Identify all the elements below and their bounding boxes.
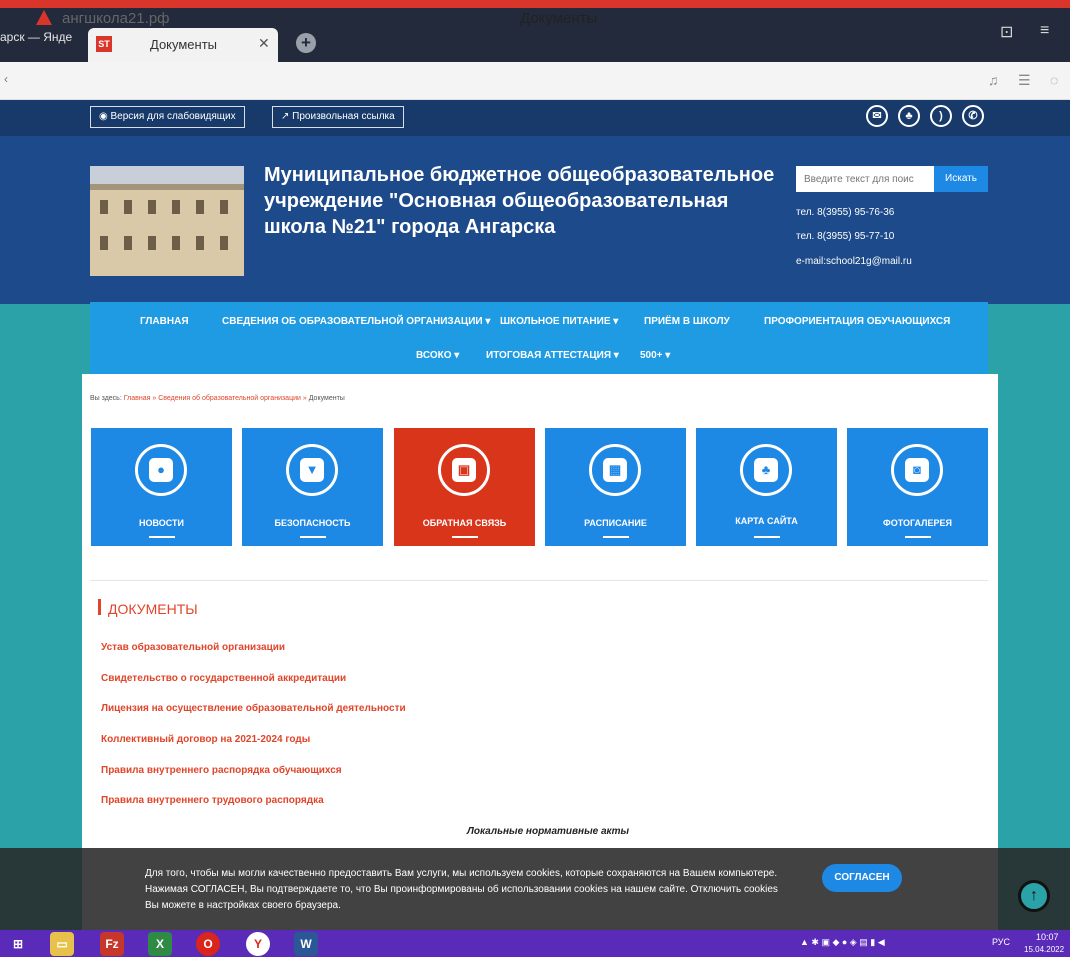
pin-icon[interactable]: ◌	[1050, 72, 1058, 88]
browser-tab-active[interactable]: ST Документы ✕	[88, 28, 278, 62]
school-title: Муниципальное бюджетное общеобразователь…	[264, 164, 775, 238]
tile-feedback[interactable]: ▣ ОБРАТНАЯ СВЯЗЬ	[394, 428, 535, 546]
phone-2: тел. 8(3955) 95-77-10	[796, 231, 895, 242]
doc-link[interactable]: Коллективный договор на 2021-2024 годы	[101, 734, 310, 745]
browser-top-stripe	[0, 0, 1070, 8]
clock-time[interactable]: 10:07	[1036, 932, 1059, 942]
menu-icon[interactable]: ≡	[1040, 22, 1049, 40]
nav-item-500[interactable]: 500+ ▾	[640, 350, 670, 361]
scroll-up-icon[interactable]: ↑	[1018, 880, 1050, 912]
heading-marker	[98, 599, 101, 615]
nav-item-info[interactable]: СВЕДЕНИЯ ОБ ОБРАЗОВАТЕЛЬНОЙ ОРГАНИЗАЦИИ …	[222, 316, 490, 327]
file-explorer-icon[interactable]: ▭	[50, 932, 74, 956]
new-tab-icon[interactable]: +	[296, 33, 316, 53]
tray-icons[interactable]: ▲ ✱ ▣ ◆ ● ◈ ▤ ▮ ◀	[800, 937, 885, 948]
breadcrumb-home[interactable]: Главная	[124, 395, 151, 402]
external-link-icon: ↗	[281, 111, 293, 122]
low-vision-button[interactable]: ◉ Версия для слабовидящих	[90, 106, 245, 128]
shield-icon: ▼	[300, 458, 324, 482]
cookie-line: Для того, чтобы мы могли качественно пре…	[145, 868, 778, 879]
contact-icon: ▣	[452, 458, 476, 482]
address-page-title: Документы	[520, 10, 598, 27]
bookmark-icon[interactable]: ⊡	[1000, 22, 1013, 42]
doc-link[interactable]: Правила внутреннего трудового распорядка	[101, 795, 324, 806]
tile-gallery[interactable]: ◙ ФОТОГАЛЕРЕЯ	[847, 428, 988, 546]
breadcrumb-prefix: Вы здесь:	[90, 395, 122, 402]
excel-icon[interactable]: X	[148, 932, 172, 956]
windows-start-icon[interactable]: ⊞	[6, 932, 30, 956]
rss-icon[interactable]: )	[930, 105, 952, 127]
sitemap-icon: ♣	[754, 458, 778, 482]
tile-label: ОБРАТНАЯ СВЯЗЬ	[422, 518, 507, 528]
tab-title: Документы	[150, 37, 218, 52]
tile-label: НОВОСТИ	[138, 518, 185, 528]
phone-icon[interactable]: ✆	[962, 105, 984, 127]
search-button[interactable]: Искать	[934, 166, 988, 192]
tile-news[interactable]: ● НОВОСТИ	[91, 428, 232, 546]
nav-item-home[interactable]: ГЛАВНАЯ	[140, 316, 189, 327]
email[interactable]: e-mail:school21g@mail.ru	[796, 256, 912, 267]
phone-1: тел. 8(3955) 95-76-36	[796, 207, 895, 218]
tile-security[interactable]: ▼ БЕЗОПАСНОСТЬ	[242, 428, 383, 546]
breadcrumb: Вы здесь: Главная » Сведения об образова…	[90, 395, 345, 402]
nav-item-career[interactable]: ПРОФОРИЕНТАЦИЯ ОБУЧАЮЩИХСЯ	[764, 316, 950, 327]
back-icon[interactable]: ‹	[4, 72, 8, 86]
yandex-browser-icon[interactable]: Y	[246, 932, 270, 956]
search-input[interactable]	[796, 166, 934, 192]
cookie-text: Для того, чтобы мы могли качественно пре…	[145, 866, 805, 914]
nav-item-attestation[interactable]: ИТОГОВАЯ АТТЕСТАЦИЯ ▾	[486, 350, 619, 361]
breadcrumb-section[interactable]: Сведения об образовательной организации	[158, 395, 301, 402]
tile-label: БЕЗОПАСНОСТЬ	[274, 518, 351, 528]
clock-date[interactable]: 15.04.2022	[1024, 945, 1064, 954]
doc-link[interactable]: Правила внутреннего распорядка обучающих…	[101, 765, 342, 776]
doc-link[interactable]: Свидетельство о государственной аккредит…	[101, 673, 346, 684]
low-vision-label: Версия для слабовидящих	[110, 111, 236, 122]
cookie-line: Вы можете в настройках своего браузера.	[145, 900, 341, 911]
divider	[90, 580, 988, 581]
tab-close-icon[interactable]: ✕	[258, 35, 270, 52]
opera-icon[interactable]: O	[196, 932, 220, 956]
tab-favicon-icon: ST	[96, 36, 112, 52]
sitemap-top-icon[interactable]: ♣	[898, 105, 920, 127]
tile-sitemap[interactable]: ♣ КАРТА САЙТА	[696, 428, 837, 546]
tile-label: ФОТОГАЛЕРЕЯ	[883, 518, 952, 528]
calendar-icon: ▦	[603, 458, 627, 482]
headphones-icon[interactable]: ♫	[988, 72, 999, 88]
local-acts-heading: Локальные нормативные акты	[467, 826, 630, 837]
globe-icon: ●	[149, 458, 173, 482]
nav-item-food[interactable]: ШКОЛЬНОЕ ПИТАНИЕ ▾	[500, 316, 618, 327]
filezilla-icon[interactable]: Fz	[100, 932, 124, 956]
address-bar	[0, 62, 1070, 100]
eye-icon: ◉	[99, 111, 111, 122]
school-building-image	[90, 166, 244, 276]
mail-icon[interactable]: ✉	[866, 105, 888, 127]
camera-icon: ◙	[905, 458, 929, 482]
doc-link[interactable]: Устав образовательной организации	[101, 642, 285, 653]
custom-link-label: Произвольная ссылка	[292, 111, 395, 122]
reader-icon[interactable]: ☰	[1018, 72, 1031, 89]
url-field[interactable]: ангшкола21.рф	[62, 10, 170, 27]
breadcrumb-current: Документы	[308, 395, 345, 402]
docs-heading: ДОКУМЕНТЫ	[108, 601, 198, 617]
tile-label: РАСПИСАНИЕ	[584, 518, 647, 528]
custom-link-button[interactable]: ↗ Произвольная ссылка	[272, 106, 404, 128]
nav-item-admission[interactable]: ПРИЁМ В ШКОЛУ	[644, 316, 730, 327]
tile-label: КАРТА САЙТА	[735, 516, 798, 526]
warning-icon[interactable]	[36, 10, 52, 25]
browser-tab-previous[interactable]: арск — Янде	[0, 30, 72, 44]
tile-schedule[interactable]: ▦ РАСПИСАНИЕ	[545, 428, 686, 546]
cookie-line: Нажимая СОГЛАСЕН, Вы подтверждаете то, ч…	[145, 884, 778, 895]
nav-item-vsoko[interactable]: ВСОКО ▾	[416, 350, 459, 361]
word-icon[interactable]: W	[294, 932, 318, 956]
language-indicator[interactable]: РУС	[992, 937, 1010, 947]
doc-link[interactable]: Лицензия на осуществление образовательно…	[101, 703, 406, 714]
main-nav	[90, 302, 988, 374]
cookie-agree-button[interactable]: СОГЛАСЕН	[822, 864, 902, 892]
